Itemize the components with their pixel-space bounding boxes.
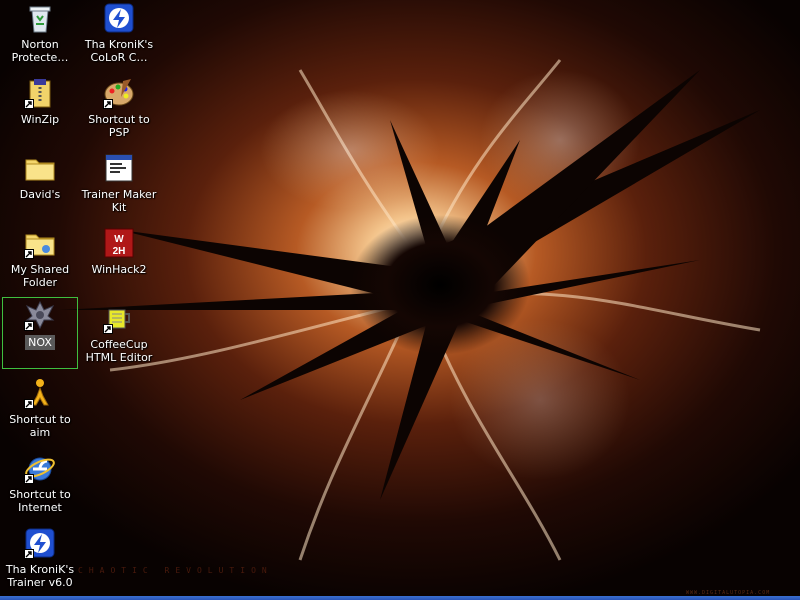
desktop-icon-tha-kronik-s-trainer-v6-0[interactable]: Tha KroniK's Trainer v6.0	[2, 525, 78, 597]
recycle-bin-icon	[24, 2, 56, 34]
nox-icon	[24, 299, 56, 331]
shortcut-arrow-icon	[24, 321, 34, 331]
desktop-icon-my-shared-folder[interactable]: My Shared Folder	[2, 225, 78, 297]
desktop-icon-label: Norton Protecte…	[11, 38, 69, 64]
desktop-icon-winhack2[interactable]: W 2H WinHack2	[81, 225, 157, 297]
coffee-cup-icon	[103, 302, 135, 334]
blue-disk-icon	[103, 2, 135, 34]
desktop-icon-label: Shortcut to Internet	[9, 488, 71, 514]
shortcut-arrow-icon	[103, 99, 113, 109]
shortcut-arrow-icon	[24, 399, 34, 409]
winzip-icon	[24, 77, 56, 109]
wallpaper-caption: CHAOTIC REVOLUTION	[78, 566, 273, 575]
shortcut-arrow-icon	[103, 324, 113, 334]
desktop-icon-shortcut-to-aim[interactable]: Shortcut to aim	[2, 375, 78, 447]
aim-icon	[24, 377, 56, 409]
shortcut-arrow-icon	[24, 549, 34, 559]
desktop-icon-coffeecup-html-editor[interactable]: CoffeeCup HTML Editor	[81, 300, 157, 372]
desktop-icon-label: Trainer Maker Kit	[81, 188, 157, 214]
desktop-icon-label: Shortcut to aim	[9, 413, 71, 439]
desktop-icon-label: Shortcut to PSP	[88, 113, 150, 139]
desktop-icon-nox[interactable]: NOX	[2, 297, 78, 369]
window-icon	[103, 152, 135, 184]
desktop-icon-winzip[interactable]: WinZip	[2, 75, 78, 147]
desktop-icon-label: Tha KroniK's CoLoR C…	[84, 38, 154, 64]
shortcut-arrow-icon	[24, 474, 34, 484]
folder-icon	[24, 152, 56, 184]
shared-folder-icon	[24, 227, 56, 259]
desktop-icon-label: CoffeeCup HTML Editor	[85, 338, 153, 364]
desktop-icon-label: David's	[19, 188, 61, 201]
taskbar-edge	[0, 596, 800, 600]
desktop-icon-david-s[interactable]: David's	[2, 150, 78, 222]
winhack-icon: W 2H	[103, 227, 135, 259]
shortcut-arrow-icon	[24, 99, 34, 109]
desktop-icon-trainer-maker-kit[interactable]: Trainer Maker Kit	[81, 150, 157, 222]
desktop-icon-tha-kronik-s-color-c[interactable]: Tha KroniK's CoLoR C…	[81, 0, 157, 72]
desktop-icon-shortcut-to-psp[interactable]: Shortcut to PSP	[81, 75, 157, 147]
desktop-icon-norton-protecte[interactable]: Norton Protecte…	[2, 0, 78, 72]
desktop-icon-label: NOX	[25, 335, 55, 350]
ie-icon	[24, 452, 56, 484]
palette-icon	[103, 77, 135, 109]
shortcut-arrow-icon	[24, 249, 34, 259]
blue-disk-icon	[24, 527, 56, 559]
desktop-icon-label: My Shared Folder	[10, 263, 70, 289]
desktop-icon-label: WinZip	[20, 113, 60, 126]
svg-text:W: W	[114, 234, 124, 245]
svg-text:2H: 2H	[113, 246, 126, 257]
desktop-icon-label: Tha KroniK's Trainer v6.0	[5, 563, 75, 589]
desktop-icon-label: WinHack2	[91, 263, 147, 276]
desktop-icon-shortcut-to-internet[interactable]: Shortcut to Internet	[2, 450, 78, 522]
